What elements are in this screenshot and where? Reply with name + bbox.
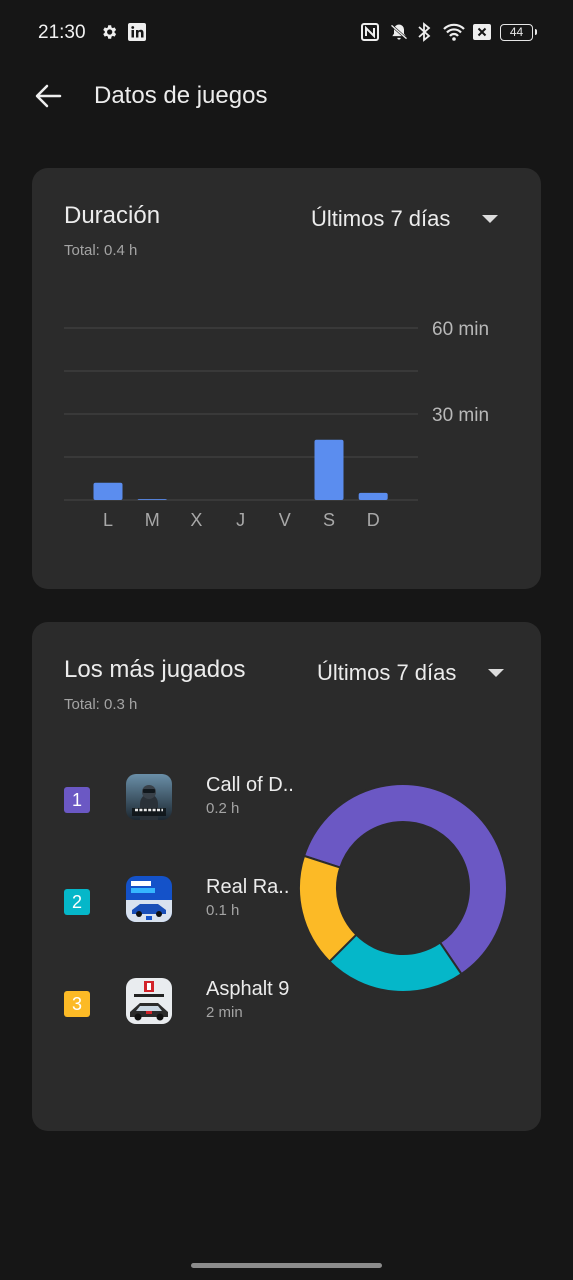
bluetooth-icon xyxy=(416,22,432,42)
x-tick-label: S xyxy=(323,510,335,530)
status-bar: 21:30 44 xyxy=(0,0,573,64)
game-name: Call of D.. xyxy=(206,774,294,796)
rank-badge: 2 xyxy=(64,889,90,915)
asphalt-9-app-icon xyxy=(126,978,172,1024)
linkedin-icon xyxy=(127,22,147,42)
game-time: 2 min xyxy=(206,1004,243,1021)
x-tick-label: X xyxy=(190,510,202,530)
game-name: Real Ra.. xyxy=(206,876,290,898)
no-sim-icon xyxy=(472,22,492,42)
bar-S xyxy=(314,439,344,500)
call-of-duty-app-icon xyxy=(126,774,172,820)
x-tick-label: D xyxy=(367,510,380,530)
bar-M xyxy=(137,499,167,500)
x-tick-label: V xyxy=(279,510,291,530)
game-name: Asphalt 9 xyxy=(206,978,290,1000)
most-played-donut-chart xyxy=(298,783,508,993)
rank-badge: 1 xyxy=(64,787,90,813)
arrow-left-icon xyxy=(35,84,62,108)
real-racing-app-icon xyxy=(126,876,172,922)
most-played-title: Los más jugados xyxy=(64,656,246,683)
game-time: 0.2 h xyxy=(206,800,240,817)
duration-card: Duración Total: 0.4 h Últimos 7 días 30 … xyxy=(32,168,541,589)
bar-D xyxy=(358,492,388,500)
game-row-real-racing[interactable]: 2 Real Ra.. 0.1 h xyxy=(64,876,334,928)
chevron-down-icon[interactable] xyxy=(488,669,504,677)
duration-bar-chart: 30 min 60 min L M X J V S D xyxy=(64,319,489,530)
rank-badge: 3 xyxy=(64,991,90,1017)
x-tick-label: M xyxy=(145,510,160,530)
navigation-handle[interactable] xyxy=(191,1263,382,1268)
y-tick-label: 60 min xyxy=(432,319,489,340)
battery-icon: 44 xyxy=(500,24,537,41)
most-played-period-label: Últimos 7 días xyxy=(317,660,457,685)
bell-off-icon xyxy=(388,22,410,42)
nfc-icon xyxy=(360,22,380,42)
most-played-card: Los más jugados Total: 0.3 h Últimos 7 d… xyxy=(32,622,541,1131)
gear-icon xyxy=(99,22,119,42)
game-row-call-of-duty[interactable]: 1 Call of D.. 0.2 h xyxy=(64,774,334,826)
game-row-asphalt-9[interactable]: 3 Asphalt 9 2 min xyxy=(64,978,334,1030)
status-time: 21:30 xyxy=(38,22,86,43)
wifi-icon xyxy=(441,22,467,42)
x-tick-label: L xyxy=(103,510,113,530)
page-title: Datos de juegos xyxy=(94,82,268,109)
bar-L xyxy=(93,482,123,500)
most-played-total: Total: 0.3 h xyxy=(64,696,138,713)
x-tick-label: J xyxy=(236,510,245,530)
game-time: 0.1 h xyxy=(206,902,240,919)
y-tick-label: 30 min xyxy=(432,405,489,426)
most-played-period-dropdown[interactable]: Últimos 7 días xyxy=(317,660,456,686)
back-button[interactable] xyxy=(32,80,72,112)
donut-slice-2 xyxy=(328,933,463,993)
